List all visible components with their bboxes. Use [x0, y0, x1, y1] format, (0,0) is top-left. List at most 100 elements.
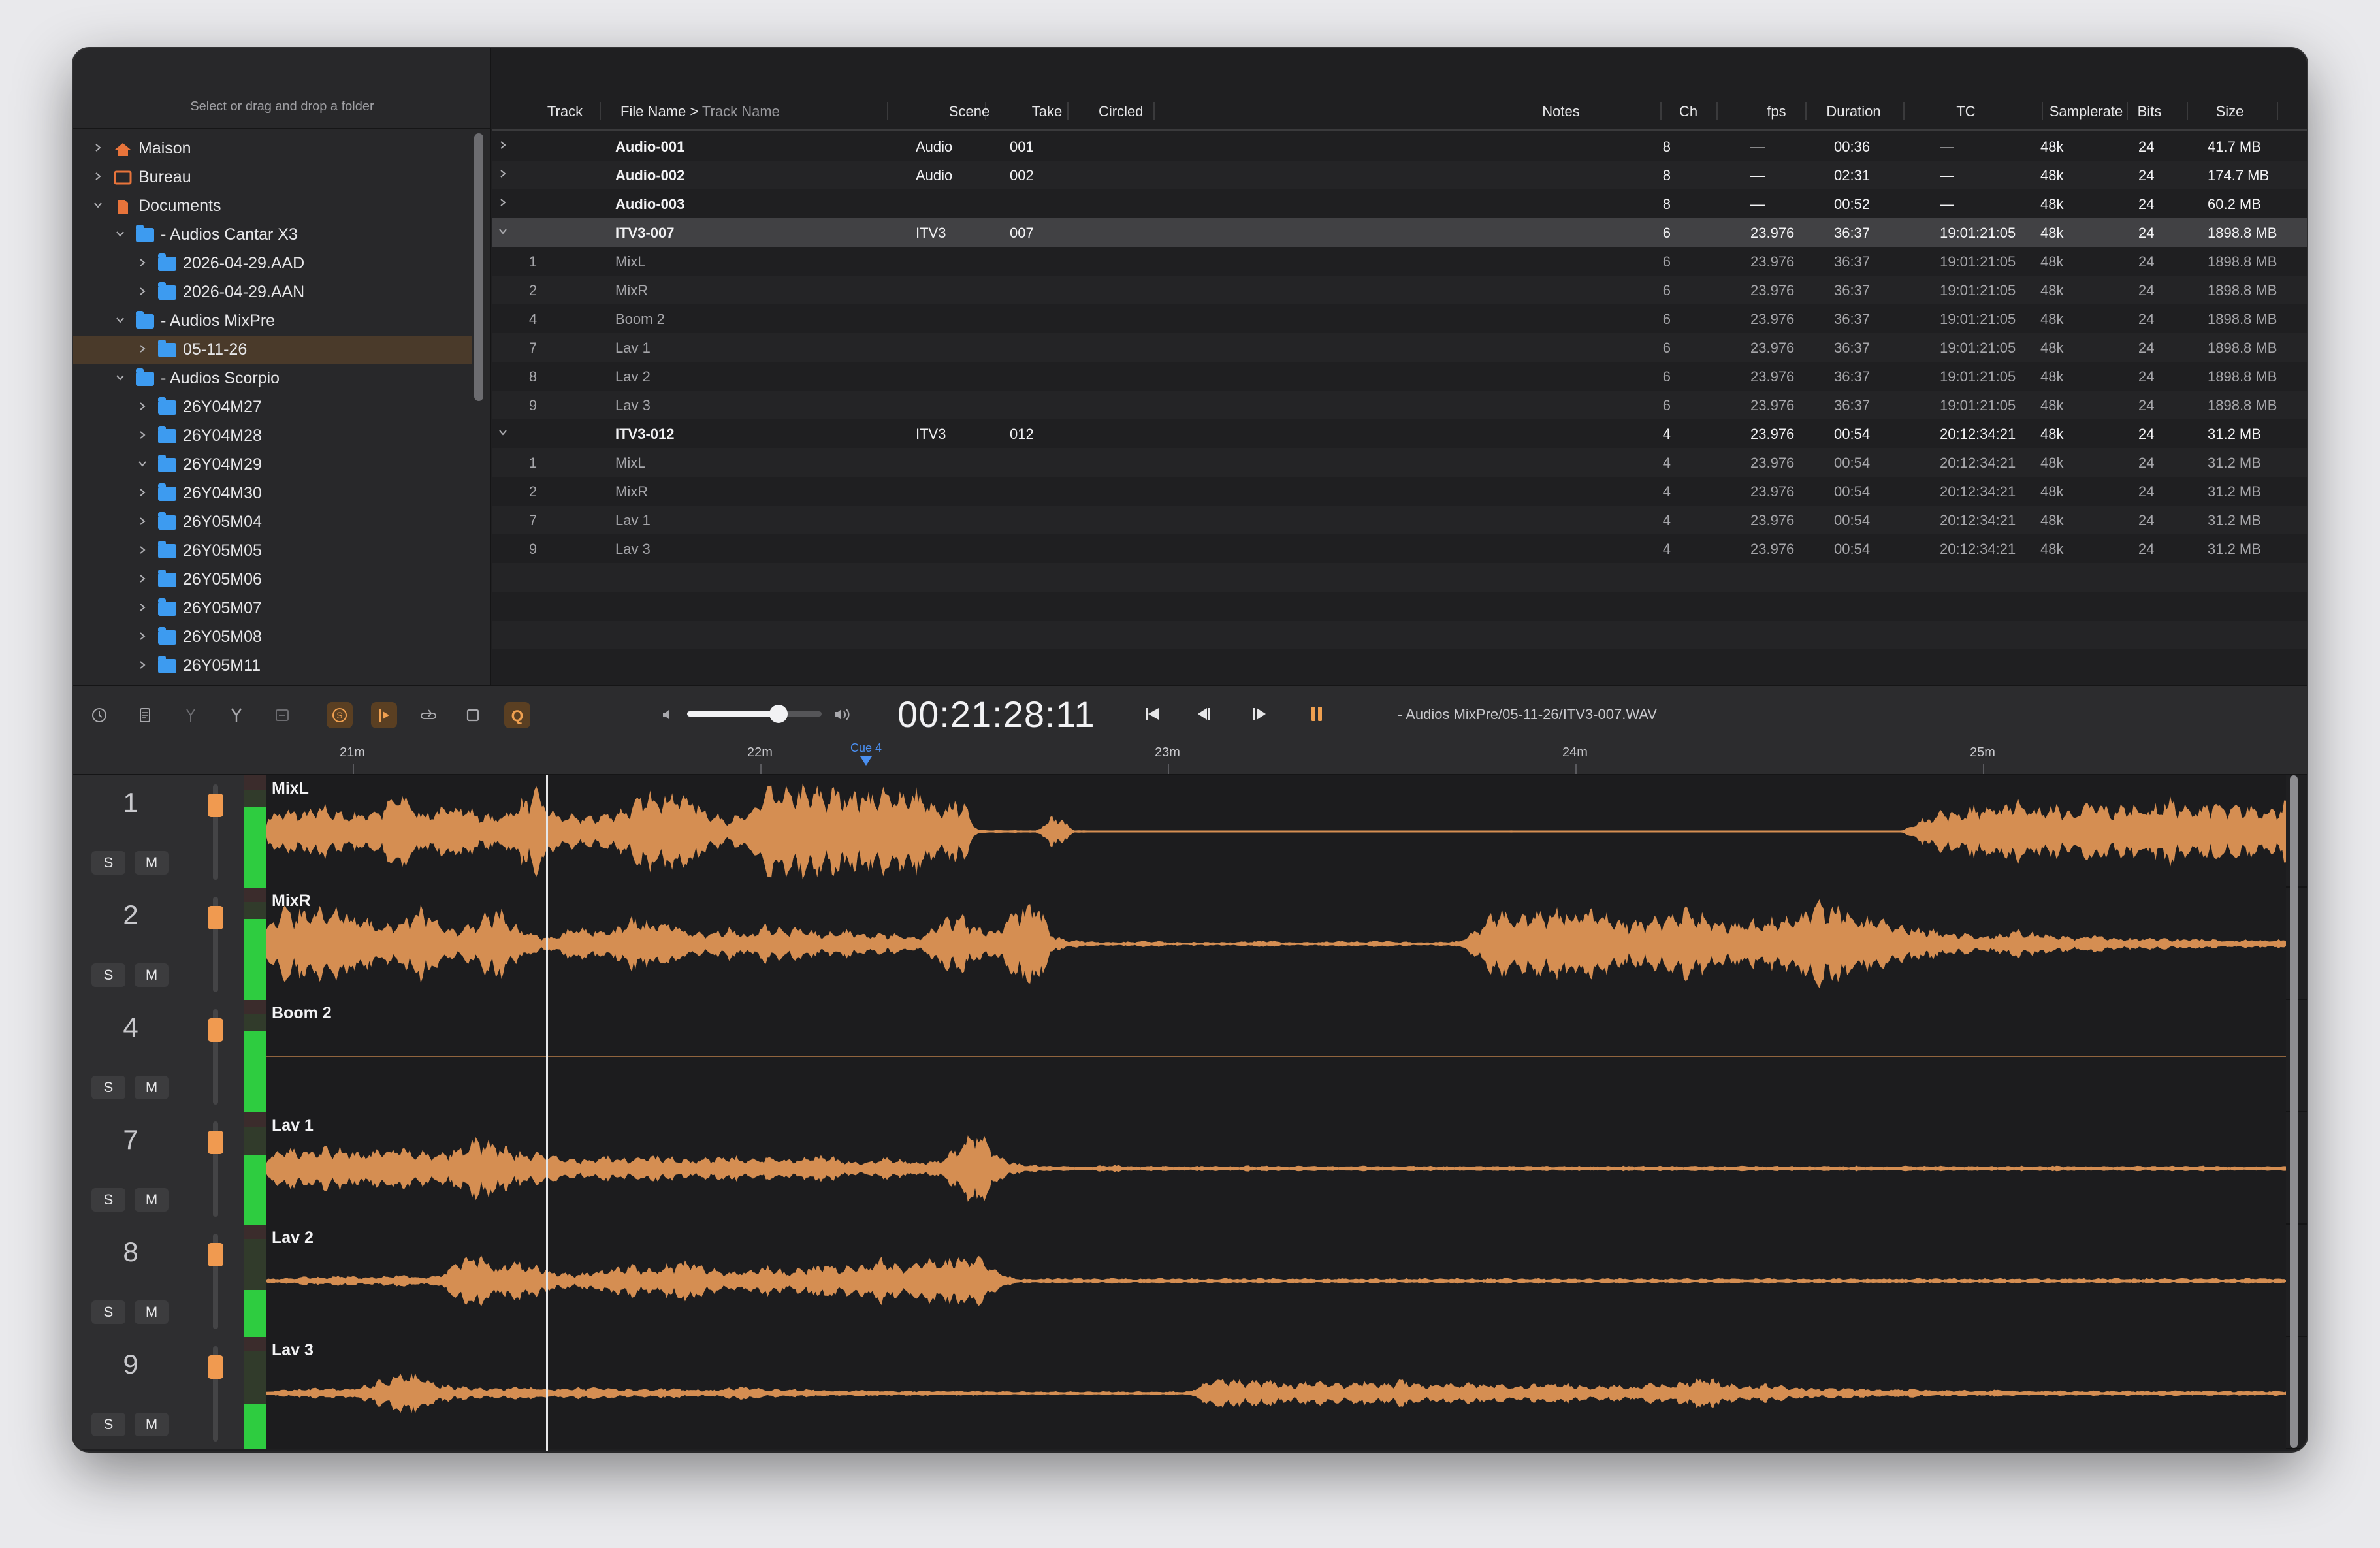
mute-button[interactable]: M — [135, 851, 169, 875]
chevron-right-icon[interactable] — [137, 341, 150, 358]
column-header-scene[interactable]: Scene — [930, 103, 1008, 120]
chevron-right-icon[interactable] — [137, 427, 150, 444]
table-row[interactable]: 7 Lav 1 4 23.976 00:54 20:12:34:21 48k 24 31.2 M… — [492, 506, 2307, 534]
waveform-lane[interactable]: Lav 3 — [266, 1337, 2286, 1449]
waveform-lane[interactable]: Lav 1 — [266, 1112, 2286, 1225]
chevron-right-icon[interactable] — [137, 628, 150, 645]
chevron-down-icon[interactable] — [137, 456, 150, 473]
table-row[interactable]: ITV3-012 ITV3 012 4 23.976 00:54 20:12:34:21 48… — [492, 419, 2307, 448]
chevron-down-icon[interactable] — [498, 223, 508, 240]
sidebar-item[interactable]: Bureau — [73, 163, 472, 192]
sidebar-item[interactable]: 26Y04M30 — [73, 479, 472, 508]
chevron-right-icon[interactable] — [498, 137, 508, 154]
chevron-right-icon[interactable] — [93, 140, 106, 157]
skip-to-start-icon[interactable] — [1139, 701, 1165, 727]
sidebar-item[interactable]: 26Y05M06 — [73, 566, 472, 594]
column-separator[interactable] — [2187, 102, 2188, 120]
table-row[interactable]: Audio-001 Audio 001 8 — 00:36 — 48k 24 41.7 MB — [492, 132, 2307, 161]
square-icon[interactable] — [460, 702, 486, 728]
quick-q-icon[interactable]: Q — [504, 702, 530, 728]
waveform-lane[interactable]: MixL — [266, 775, 2286, 888]
mute-button[interactable]: M — [135, 1188, 169, 1212]
column-header-fps[interactable]: fps — [1744, 103, 1809, 120]
table-row[interactable]: 9 Lav 3 4 23.976 00:54 20:12:34:21 48k 24 31.2 M… — [492, 534, 2307, 563]
column-header-tc[interactable]: TC — [1933, 103, 1999, 120]
solo-button[interactable]: S — [91, 1300, 125, 1324]
column-header-take[interactable]: Take — [1018, 103, 1076, 120]
column-header-file[interactable]: File Name > Track Name — [620, 103, 780, 120]
track-fader-knob[interactable] — [208, 1018, 223, 1042]
sidebar-item[interactable]: 26Y05M08 — [73, 623, 472, 652]
track-fader-knob[interactable] — [208, 794, 223, 818]
sidebar-item[interactable]: Documents — [73, 192, 472, 221]
column-header-samplerate[interactable]: Samplerate — [2047, 103, 2125, 120]
table-row[interactable]: 7 Lav 1 6 23.976 36:37 19:01:21:05 48k 24 1898.8… — [492, 333, 2307, 362]
sidebar-item[interactable]: 26Y05M05 — [73, 537, 472, 566]
chevron-right-icon[interactable] — [137, 283, 150, 300]
sidebar-item[interactable]: 26Y05M11 — [73, 652, 472, 681]
mute-button[interactable]: M — [135, 1300, 169, 1324]
chevron-right-icon[interactable] — [93, 169, 106, 185]
chevron-down-icon[interactable] — [93, 197, 106, 214]
chevron-right-icon[interactable] — [137, 513, 150, 530]
playhead[interactable] — [546, 775, 548, 1451]
mute-button[interactable]: M — [135, 963, 169, 987]
sidebar-item[interactable]: 26Y05M04 — [73, 508, 472, 537]
table-row[interactable]: 8 Lav 2 6 23.976 36:37 19:01:21:05 48k 24 1898.8… — [492, 362, 2307, 391]
chevron-down-icon[interactable] — [115, 370, 128, 387]
track-fader-knob[interactable] — [208, 906, 223, 930]
sidebar-item[interactable]: 26Y04M27 — [73, 393, 472, 422]
column-header-track[interactable]: Track — [534, 103, 596, 120]
track-fader-knob[interactable] — [208, 1355, 223, 1379]
table-row[interactable]: 1 MixL 6 23.976 36:37 19:01:21:05 48k 24 1898.8 … — [492, 247, 2307, 276]
split-icon[interactable] — [178, 702, 204, 728]
table-row[interactable]: ITV3-007 ITV3 007 6 23.976 36:37 19:01:21:05 48… — [492, 218, 2307, 247]
tracks-scrollbar[interactable] — [2287, 775, 2300, 1448]
chevron-down-icon[interactable] — [115, 312, 128, 329]
table-row[interactable]: 2 MixR 4 23.976 00:54 20:12:34:21 48k 24 31.2 MB — [492, 477, 2307, 506]
column-separator[interactable] — [2042, 102, 2043, 120]
mute-button[interactable]: M — [135, 1413, 169, 1436]
chevron-down-icon[interactable] — [115, 226, 128, 243]
sidebar-item[interactable]: 26Y05M07 — [73, 594, 472, 623]
play-from-cursor-icon[interactable] — [371, 702, 397, 728]
notes-icon[interactable] — [132, 702, 158, 728]
solo-button[interactable]: S — [91, 1413, 125, 1436]
sidebar-item[interactable]: 2026-04-29.AAD — [73, 250, 472, 278]
chevron-right-icon[interactable] — [137, 485, 150, 502]
table-row[interactable]: 2 MixR 6 23.976 36:37 19:01:21:05 48k 24 1898.8 … — [492, 276, 2307, 304]
table-row[interactable]: Audio-002 Audio 002 8 — 02:31 — 48k 24 174.7 MB — [492, 161, 2307, 189]
column-separator[interactable] — [1903, 102, 1905, 120]
table-row[interactable]: 4 Boom 2 6 23.976 36:37 19:01:21:05 48k 24 1898.… — [492, 304, 2307, 333]
column-separator[interactable] — [2277, 102, 2278, 120]
pause-icon[interactable] — [1304, 701, 1330, 727]
cue-marker[interactable]: Cue 4 — [850, 741, 882, 770]
chevron-right-icon[interactable] — [137, 255, 150, 272]
merge-icon[interactable] — [223, 702, 249, 728]
sidebar-item[interactable]: - Audios MixPre — [73, 307, 472, 336]
volume-slider-knob[interactable] — [769, 705, 788, 723]
solo-button[interactable]: S — [91, 963, 125, 987]
chevron-right-icon[interactable] — [137, 657, 150, 674]
mute-button[interactable]: M — [135, 1076, 169, 1099]
solo-button[interactable]: S — [91, 851, 125, 875]
sidebar-item[interactable]: - Audios Cantar X3 — [73, 221, 472, 250]
chevron-right-icon[interactable] — [137, 571, 150, 588]
column-header-duration[interactable]: Duration — [1821, 103, 1886, 120]
column-header-size[interactable]: Size — [2197, 103, 2262, 120]
table-row[interactable]: 1 MixL 4 23.976 00:54 20:12:34:21 48k 24 31.2 MB — [492, 448, 2307, 477]
volume-slider[interactable] — [687, 705, 822, 723]
chevron-right-icon[interactable] — [137, 398, 150, 415]
sidebar-item[interactable]: - Audios Scorpio — [73, 364, 472, 393]
clock-icon[interactable] — [86, 702, 112, 728]
minus-box-icon[interactable] — [269, 702, 295, 728]
column-header-bits[interactable]: Bits — [2127, 103, 2172, 120]
waveform-lane[interactable]: Boom 2 — [266, 1000, 2286, 1112]
waveform-lane[interactable]: MixR — [266, 888, 2286, 1000]
track-fader-knob[interactable] — [208, 1243, 223, 1267]
track-fader-knob[interactable] — [208, 1131, 223, 1155]
sidebar-item[interactable]: 2026-04-29.AAN — [73, 278, 472, 307]
column-separator[interactable] — [1153, 102, 1155, 120]
table-row[interactable]: 9 Lav 3 6 23.976 36:37 19:01:21:05 48k 24 1898.8… — [492, 391, 2307, 419]
solo-button[interactable]: S — [91, 1188, 125, 1212]
